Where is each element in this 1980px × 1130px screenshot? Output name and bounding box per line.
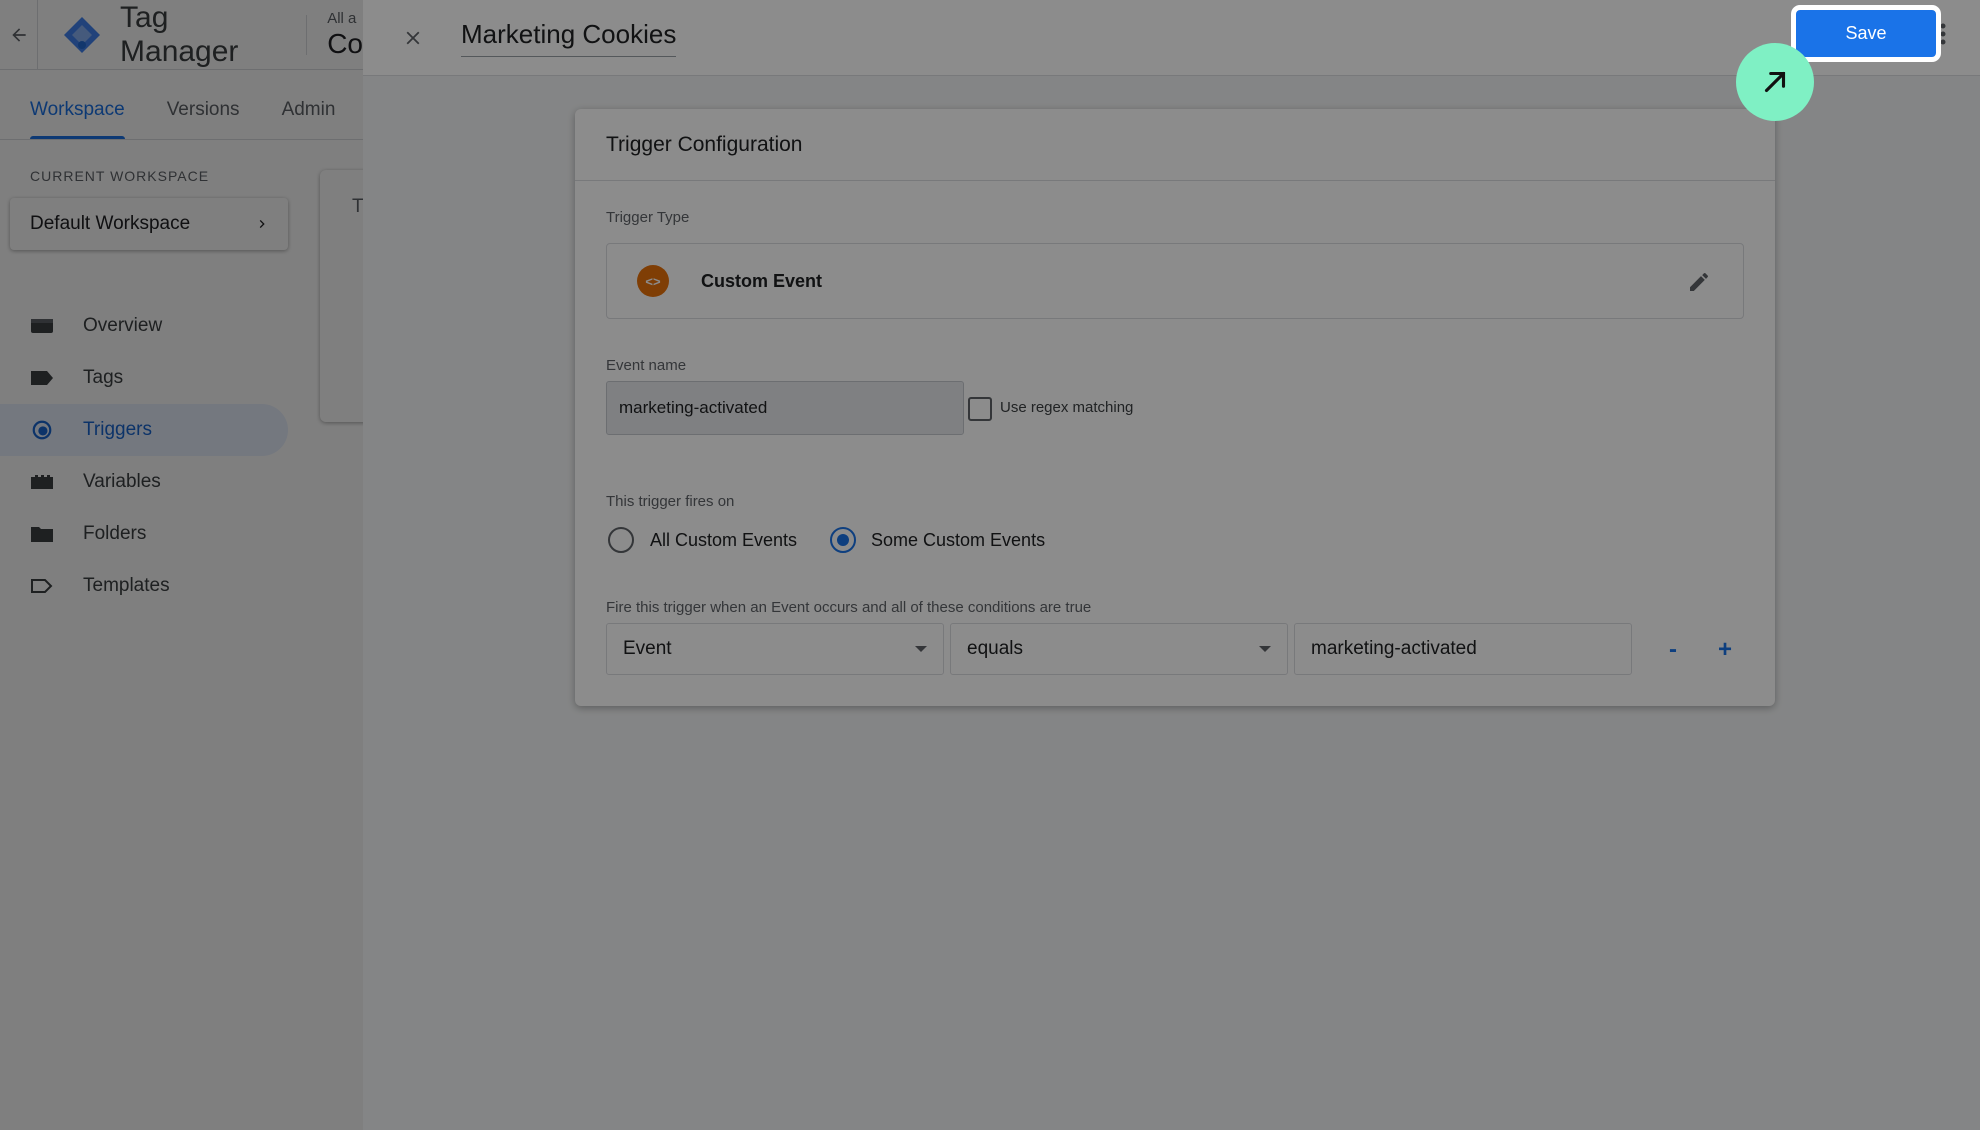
editor-header: Marketing Cookies xyxy=(363,0,1980,76)
add-condition-button[interactable]: + xyxy=(1710,635,1740,665)
condition-variable-select[interactable]: Event xyxy=(606,623,944,675)
edit-trigger-type-button[interactable] xyxy=(1685,268,1713,296)
condition-label: Fire this trigger when an Event occurs a… xyxy=(606,599,1092,616)
close-button[interactable] xyxy=(395,20,431,56)
all-custom-events-radio[interactable] xyxy=(608,527,634,553)
card-title: Trigger Configuration xyxy=(575,109,1775,181)
trigger-editor-panel: Marketing Cookies Trigger Configuration … xyxy=(363,0,1980,1130)
trigger-name-field[interactable]: Marketing Cookies xyxy=(461,19,677,57)
event-name-label: Event name xyxy=(606,357,687,374)
remove-condition-button[interactable]: - xyxy=(1658,635,1688,665)
custom-event-icon: <> xyxy=(637,265,669,297)
click-hint-marker xyxy=(1736,43,1814,121)
some-custom-events-label: Some Custom Events xyxy=(871,530,1046,550)
event-name-input[interactable] xyxy=(606,381,964,435)
dropdown-arrow-icon xyxy=(1259,646,1271,652)
condition-operator-select[interactable]: equals xyxy=(950,623,1288,675)
more-vert-icon xyxy=(1940,23,1946,45)
condition-value-input[interactable] xyxy=(1294,623,1632,675)
all-custom-events-label: All Custom Events xyxy=(650,530,798,550)
trigger-type-selector[interactable]: <> Custom Event xyxy=(606,243,1744,319)
regex-label: Use regex matching xyxy=(1000,399,1134,416)
condition-operator-value: equals xyxy=(967,638,1023,659)
some-custom-events-radio[interactable] xyxy=(830,527,856,553)
modal-backdrop[interactable] xyxy=(0,0,363,1130)
arrow-up-right-icon xyxy=(1764,71,1786,93)
regex-checkbox[interactable] xyxy=(968,397,992,421)
fires-on-label: This trigger fires on xyxy=(606,493,735,510)
trigger-configuration-card: Trigger Configuration Trigger Type <> Cu… xyxy=(575,109,1775,706)
close-icon xyxy=(406,31,420,44)
condition-variable-value: Event xyxy=(623,638,672,659)
save-button[interactable]: Save xyxy=(1791,5,1941,62)
trigger-type-label: Trigger Type xyxy=(606,209,690,226)
pencil-icon xyxy=(1690,273,1708,291)
trigger-type-name: Custom Event xyxy=(701,270,823,291)
dropdown-arrow-icon xyxy=(915,646,927,652)
